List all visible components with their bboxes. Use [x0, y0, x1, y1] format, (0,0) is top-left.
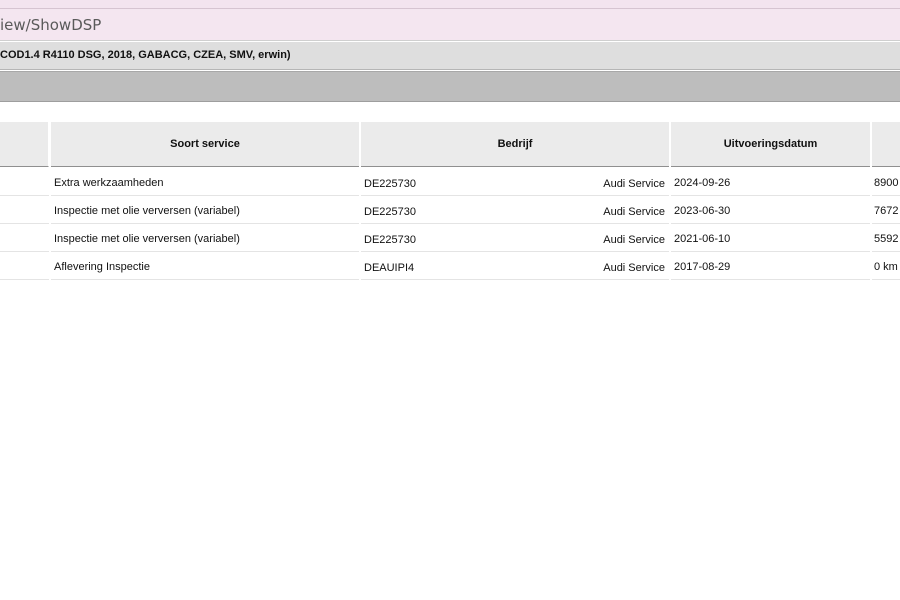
cell-uitvoeringsdatum: 2021-06-10: [671, 224, 870, 252]
header-bedrijf[interactable]: Bedrijf: [361, 122, 669, 167]
toolbar-band: [0, 71, 900, 102]
soort-service-text: Aflevering Inspectie: [54, 261, 150, 273]
table-row: Extra werkzaamheden DE225730 Audi Servic…: [0, 168, 900, 196]
bedrijf-code-text: DE225730: [364, 234, 416, 246]
bedrijf-naam-text: Audi Service: [603, 234, 665, 246]
soort-service-text: Extra werkzaamheden: [54, 177, 164, 189]
browser-tab-strip: [0, 0, 900, 9]
cell-bedrijf: DE225730 Audi Service: [361, 224, 669, 252]
bedrijf-code-text: DE225730: [364, 206, 416, 218]
header-soort-service[interactable]: Soort service: [51, 122, 359, 167]
cell-km: 0 km: [872, 252, 900, 280]
cell-bedrijf: DE225730 Audi Service: [361, 196, 669, 224]
table-row: Inspectie met olie verversen (variabel) …: [0, 196, 900, 224]
cell-soort-service: Extra werkzaamheden: [51, 168, 359, 196]
address-bar[interactable]: iew/ShowDSP: [0, 9, 900, 41]
cell-uitvoeringsdatum: 2017-08-29: [671, 252, 870, 280]
km-text: 8900: [874, 177, 899, 189]
cell-uitvoeringsdatum: 2023-06-30: [671, 196, 870, 224]
header-first-col: [0, 122, 49, 167]
bedrijf-naam-text: Audi Service: [603, 206, 665, 218]
header-uitvoeringsdatum-label: Uitvoeringsdatum: [723, 138, 818, 150]
uitvoeringsdatum-text: 2023-06-30: [674, 205, 731, 217]
service-history-page: iew/ShowDSP COD1.4 R4110 DSG, 2018, GABA…: [0, 0, 900, 600]
soort-service-text: Inspectie met olie verversen (variabel): [54, 233, 240, 245]
uitvoeringsdatum-text: 2021-06-10: [674, 233, 731, 245]
bedrijf-naam-text: Audi Service: [603, 262, 665, 274]
bedrijf-code-text: DEAUIPI4: [364, 262, 415, 274]
row-first-cell: [0, 252, 49, 280]
cell-bedrijf: DEAUIPI4 Audi Service: [361, 252, 669, 280]
km-text: 0 km: [874, 261, 898, 273]
cell-km: 7672: [872, 196, 900, 224]
vehicle-info-bar: COD1.4 R4110 DSG, 2018, GABACG, CZEA, SM…: [0, 42, 900, 70]
soort-service-text: Inspectie met olie verversen (variabel): [54, 205, 240, 217]
km-text: 5592: [874, 233, 899, 245]
cell-uitvoeringsdatum: 2024-09-26: [671, 168, 870, 196]
bedrijf-code-text: DE225730: [364, 178, 416, 190]
vehicle-info-text: COD1.4 R4110 DSG, 2018, GABACG, CZEA, SM…: [0, 49, 291, 61]
cell-soort-service: Inspectie met olie verversen (variabel): [51, 224, 359, 252]
header-soort-service-label: Soort service: [170, 138, 240, 150]
uitvoeringsdatum-text: 2024-09-26: [674, 177, 731, 189]
cell-soort-service: Inspectie met olie verversen (variabel): [51, 196, 359, 224]
km-text: 7672: [874, 205, 899, 217]
row-first-cell: [0, 168, 49, 196]
header-km: [872, 122, 900, 167]
row-first-cell: [0, 224, 49, 252]
table-row: Aflevering Inspectie DEAUIPI4 Audi Servi…: [0, 252, 900, 280]
row-first-cell: [0, 196, 49, 224]
uitvoeringsdatum-text: 2017-08-29: [674, 261, 731, 273]
cell-km: 8900: [872, 168, 900, 196]
cell-km: 5592: [872, 224, 900, 252]
header-bedrijf-label: Bedrijf: [497, 138, 533, 150]
address-text: iew/ShowDSP: [0, 16, 102, 34]
bedrijf-naam-text: Audi Service: [603, 178, 665, 190]
header-uitvoeringsdatum[interactable]: Uitvoeringsdatum: [671, 122, 870, 167]
cell-bedrijf: DE225730 Audi Service: [361, 168, 669, 196]
cell-soort-service: Aflevering Inspectie: [51, 252, 359, 280]
table-row: Inspectie met olie verversen (variabel) …: [0, 224, 900, 252]
